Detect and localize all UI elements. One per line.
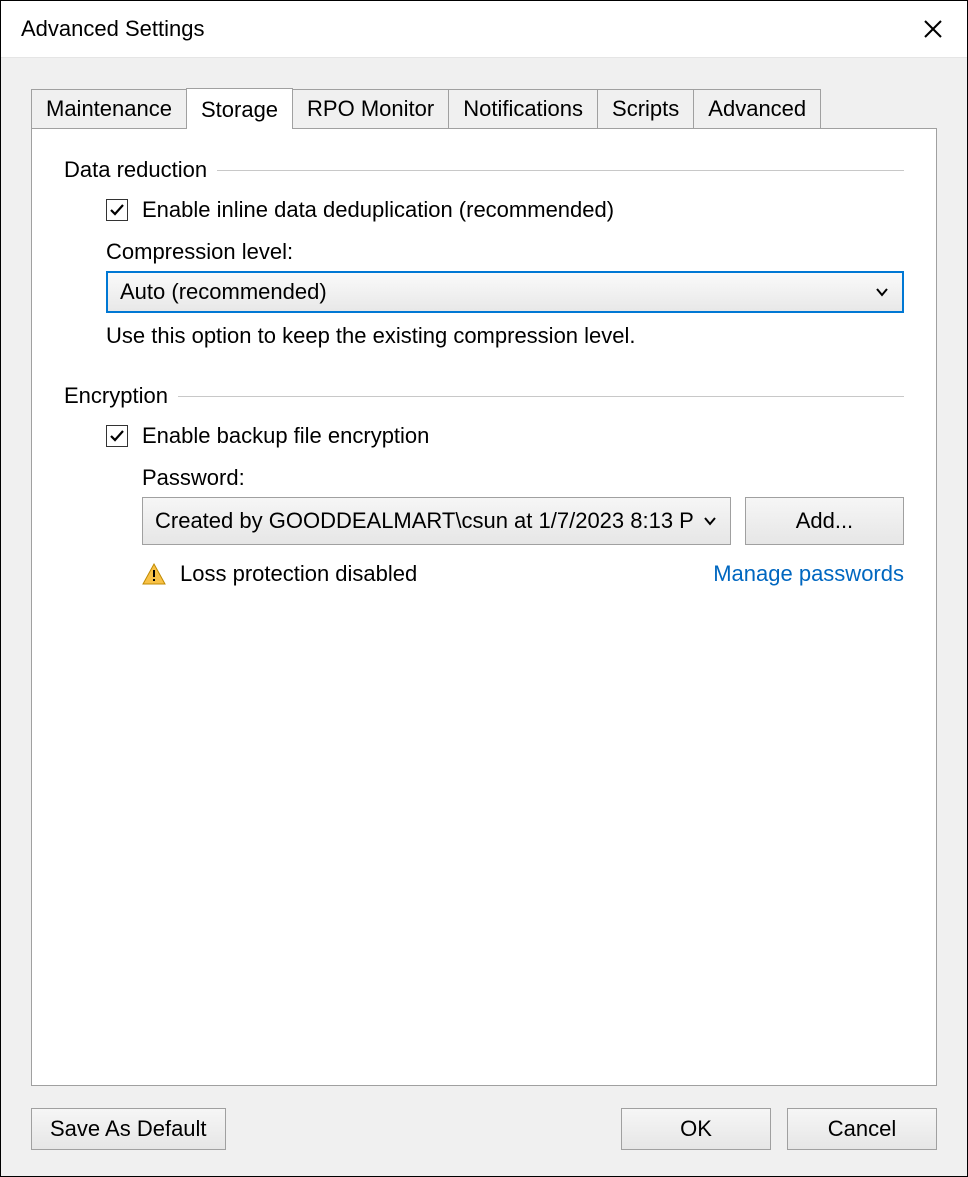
group-legend-encryption: Encryption xyxy=(64,383,168,409)
divider xyxy=(217,170,904,171)
tab-panel-storage: Data reduction Enable inline data dedupl… xyxy=(31,128,937,1086)
tab-rpo-monitor[interactable]: RPO Monitor xyxy=(292,89,449,128)
password-select[interactable]: Created by GOODDEALMART\csun at 1/7/2023… xyxy=(142,497,731,545)
encryption-checkbox[interactable] xyxy=(106,425,128,447)
cancel-button[interactable]: Cancel xyxy=(787,1108,937,1150)
encryption-checkbox-label: Enable backup file encryption xyxy=(142,423,429,449)
compression-hint: Use this option to keep the existing com… xyxy=(106,323,904,349)
encryption-checkbox-row: Enable backup file encryption xyxy=(106,423,904,449)
close-button[interactable] xyxy=(913,9,953,49)
dialog-body: Maintenance Storage RPO Monitor Notifica… xyxy=(1,57,967,1176)
close-icon xyxy=(923,19,943,39)
group-legend-data-reduction: Data reduction xyxy=(64,157,207,183)
tab-advanced[interactable]: Advanced xyxy=(693,89,821,128)
window-title: Advanced Settings xyxy=(21,16,913,42)
checkmark-icon xyxy=(109,428,125,444)
ok-button[interactable]: OK xyxy=(621,1108,771,1150)
tab-maintenance[interactable]: Maintenance xyxy=(31,89,187,128)
tab-scripts[interactable]: Scripts xyxy=(597,89,694,128)
dedup-checkbox-label: Enable inline data deduplication (recomm… xyxy=(142,197,614,223)
chevron-down-icon xyxy=(702,513,718,529)
compression-level-value: Auto (recommended) xyxy=(120,279,866,305)
titlebar: Advanced Settings xyxy=(1,1,967,57)
compression-label: Compression level: xyxy=(106,239,904,265)
add-password-button[interactable]: Add... xyxy=(745,497,904,545)
dialog-footer: Save As Default OK Cancel xyxy=(31,1086,937,1150)
tab-strip: Maintenance Storage RPO Monitor Notifica… xyxy=(31,88,937,128)
password-label: Password: xyxy=(142,465,904,491)
compression-level-select[interactable]: Auto (recommended) xyxy=(106,271,904,313)
save-as-default-button[interactable]: Save As Default xyxy=(31,1108,226,1150)
group-encryption: Encryption Enable backup file encryption… xyxy=(64,383,904,587)
tab-notifications[interactable]: Notifications xyxy=(448,89,598,128)
divider xyxy=(178,396,904,397)
chevron-down-icon xyxy=(874,284,890,300)
tab-storage[interactable]: Storage xyxy=(186,88,293,129)
warning-icon xyxy=(142,562,166,586)
dedup-checkbox-row: Enable inline data deduplication (recomm… xyxy=(106,197,904,223)
password-value: Created by GOODDEALMART\csun at 1/7/2023… xyxy=(155,508,694,534)
loss-protection-text: Loss protection disabled xyxy=(180,561,699,587)
dedup-checkbox[interactable] xyxy=(106,199,128,221)
advanced-settings-dialog: Advanced Settings Maintenance Storage RP… xyxy=(0,0,968,1177)
group-data-reduction: Data reduction Enable inline data dedupl… xyxy=(64,157,904,349)
manage-passwords-link[interactable]: Manage passwords xyxy=(713,561,904,587)
checkmark-icon xyxy=(109,202,125,218)
